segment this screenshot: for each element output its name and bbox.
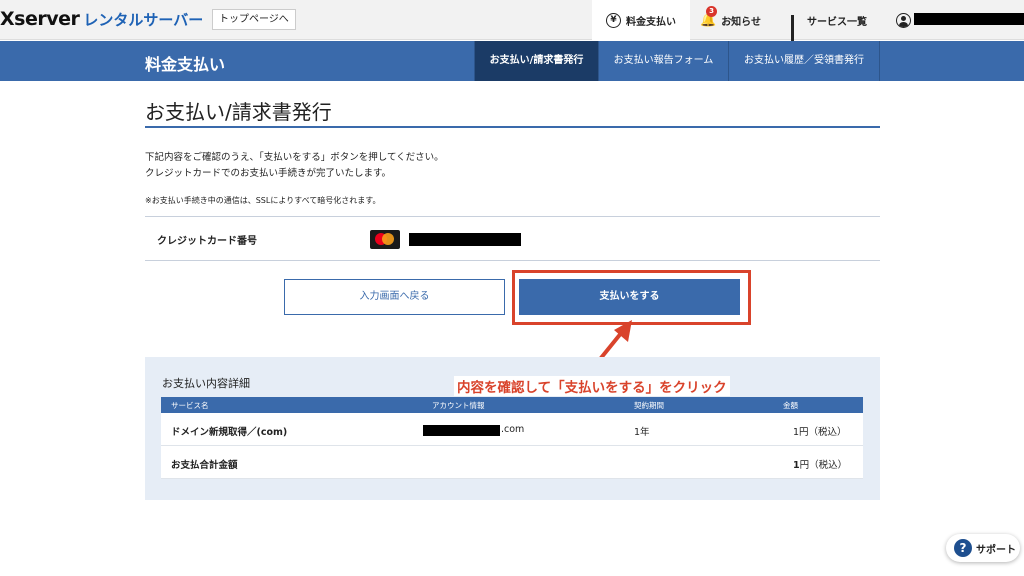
details-title: お支払い内容詳細 bbox=[162, 377, 250, 390]
yen-icon: ¥ bbox=[606, 12, 621, 28]
mastercard-icon bbox=[370, 230, 400, 249]
row-account-suffix: .com bbox=[501, 424, 525, 435]
redacted-card-number bbox=[409, 233, 521, 246]
col-account: アカウント情報 bbox=[432, 401, 485, 410]
col-period: 契約期間 bbox=[634, 401, 664, 410]
credit-card-row: クレジットカード番号 bbox=[145, 216, 880, 261]
nav-services-label: サービス一覧 bbox=[807, 16, 867, 28]
title-divider bbox=[145, 126, 880, 128]
col-service: サービス名 bbox=[171, 401, 209, 410]
total-amount: 1円（税込） bbox=[793, 460, 848, 471]
section-title: 料金支払い bbox=[145, 55, 226, 74]
row-amount: 1円（税込） bbox=[793, 427, 847, 438]
account-menu[interactable] bbox=[896, 0, 916, 40]
nav-services[interactable]: サービス一覧 bbox=[791, 0, 881, 42]
row-period: 1年 bbox=[634, 427, 650, 438]
card-number-label: クレジットカード番号 bbox=[157, 236, 257, 247]
table-header: サービス名 アカウント情報 契約期間 金額 bbox=[161, 397, 863, 413]
pay-button[interactable]: 支払いをする bbox=[519, 279, 740, 315]
section-header: 料金支払い お支払い/請求書発行 お支払い報告フォーム お支払い履歴／受領書発行 bbox=[0, 41, 1024, 81]
bell-icon: 🔔 3 bbox=[700, 5, 717, 28]
nav-payment-label: 料金支払い bbox=[626, 16, 676, 28]
row-service: ドメイン新規取得／(com) bbox=[171, 427, 288, 438]
tab-payment-invoice[interactable]: お支払い/請求書発行 bbox=[474, 41, 598, 81]
total-row: お支払合計金額 1円（税込） bbox=[161, 446, 863, 479]
nav-notifications-label: お知らせ bbox=[721, 16, 761, 28]
nav-notifications[interactable]: 🔔 3 お知らせ bbox=[700, 0, 775, 40]
xserver-logo[interactable]: Xserver レンタルサーバー bbox=[0, 8, 203, 32]
support-label: サポート bbox=[976, 545, 1016, 556]
description-line-1: 下記内容をご確認のうえ、「支払いをする」ボタンを押してください。 bbox=[145, 152, 444, 163]
notification-badge: 3 bbox=[706, 5, 717, 17]
details-table: サービス名 アカウント情報 契約期間 金額 ドメイン新規取得／(com) .co… bbox=[161, 397, 863, 479]
annotation-text: 内容を確認して「支払いをする」をクリック bbox=[454, 376, 730, 396]
redacted-account bbox=[423, 425, 500, 436]
question-icon: ? bbox=[954, 539, 972, 557]
grid-icon bbox=[791, 14, 802, 42]
logo-sub-text: レンタルサーバー bbox=[83, 11, 204, 29]
redacted-account-name bbox=[914, 13, 1024, 25]
support-button[interactable]: ? サポート bbox=[946, 534, 1020, 562]
top-bar: Xserver レンタルサーバー トップページへ ¥ 料金支払い 🔔 3 お知らせ… bbox=[0, 0, 1024, 42]
page-title: お支払い/請求書発行 bbox=[145, 100, 332, 124]
logo-main-text: Xserver bbox=[0, 8, 80, 30]
user-icon bbox=[896, 12, 911, 28]
top-page-link[interactable]: トップページへ bbox=[212, 9, 296, 30]
tab-payment-report[interactable]: お支払い報告フォーム bbox=[598, 41, 728, 81]
ssl-note: ※お支払い手続き中の通信は、SSLによりすべて暗号化されます。 bbox=[145, 196, 381, 205]
back-to-input-button[interactable]: 入力画面へ戻る bbox=[284, 279, 505, 315]
tab-payment-history[interactable]: お支払い履歴／受領書発行 bbox=[728, 41, 880, 81]
description-line-2: クレジットカードでのお支払い手続きが完了いたします。 bbox=[145, 168, 392, 179]
total-label: お支払合計金額 bbox=[171, 460, 238, 471]
table-row: ドメイン新規取得／(com) .com 1年 1円（税込） bbox=[161, 413, 863, 446]
nav-payment[interactable]: ¥ 料金支払い bbox=[592, 0, 690, 40]
col-amount: 金額 bbox=[783, 401, 798, 410]
